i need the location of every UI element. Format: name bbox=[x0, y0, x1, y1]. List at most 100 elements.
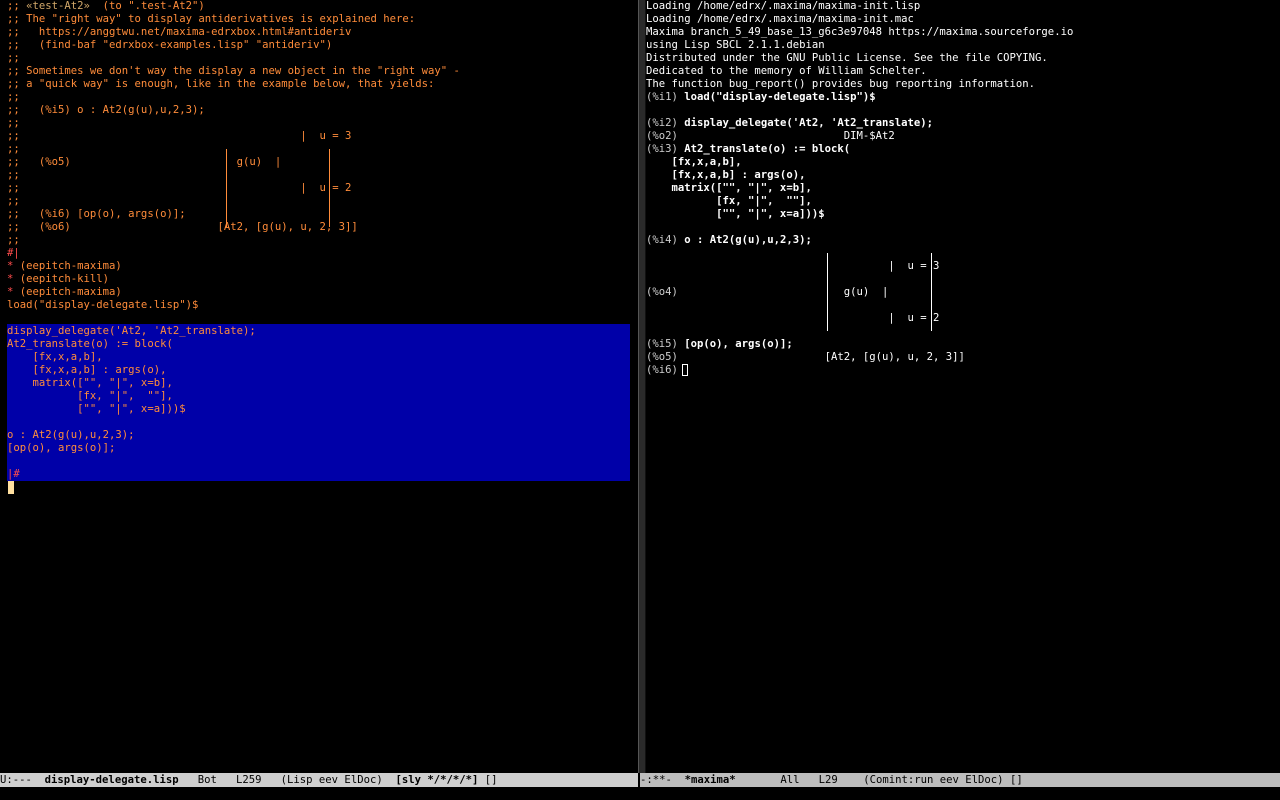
source-line: #| bbox=[7, 247, 20, 259]
repl-line: (%o5) [At2, [g(u), u, 2, 3]] bbox=[646, 351, 1073, 364]
region-code-line: matrix(["", "|", x=b], bbox=[7, 377, 173, 389]
repl-cursor bbox=[682, 364, 688, 376]
repl-prompt-label: (%i2) bbox=[646, 117, 685, 129]
modeline-status: U:--- bbox=[0, 774, 45, 786]
editor-pane-left[interactable]: ;; «test-At2» (to ".test-At2");; The "ri… bbox=[0, 0, 638, 773]
modeline-tail: [] bbox=[478, 774, 498, 786]
region-code-line: ["", "|", x=a]))$ bbox=[7, 403, 186, 415]
repl-input: display_delegate('At2, 'At2_translate); bbox=[684, 117, 934, 129]
repl-line: ["", "|", x=a]))$ bbox=[646, 208, 1073, 221]
source-token: «test-At2» bbox=[26, 0, 90, 12]
repl-line: [fx,x,a,b] : args(o), bbox=[646, 169, 1073, 182]
source-line: ;; bbox=[7, 91, 20, 103]
repl-prompt-label: (%o4) bbox=[646, 286, 844, 298]
source-line: ;; | u = 3 bbox=[7, 130, 352, 142]
modeline-modes[interactable]: (Lisp eev ElDoc) bbox=[281, 774, 396, 786]
repl-input: o : At2(g(u),u,2,3); bbox=[684, 234, 812, 246]
source-line: * (eepitch-maxima) bbox=[7, 286, 460, 299]
repl-line bbox=[646, 221, 1073, 234]
repl-line: (%i5) [op(o), args(o)]; bbox=[646, 338, 1073, 351]
repl-input: matrix(["", "|", x=b], bbox=[646, 182, 812, 194]
repl-prompt-label: (%i4) bbox=[646, 234, 685, 246]
repl-input: [fx,x,a,b], bbox=[646, 156, 742, 168]
minibuffer[interactable] bbox=[0, 787, 1280, 800]
source-line: ;; The "right way" to display antideriva… bbox=[7, 13, 416, 25]
source-line: * (eepitch-maxima) bbox=[7, 260, 460, 273]
repl-line: Distributed under the GNU Public License… bbox=[646, 52, 1048, 64]
repl-prompt-label: (%i1) bbox=[646, 91, 685, 103]
repl-prompt-label: (%i3) bbox=[646, 143, 685, 155]
repl-prompt-label: (%i6) bbox=[646, 364, 685, 376]
source-line: ;; «test-At2» (to ".test-At2") bbox=[7, 0, 460, 13]
modeline-modes[interactable]: (Comint:run eev ElDoc) [] bbox=[863, 774, 1022, 786]
repl-line: (%i1) load("display-delegate.lisp")$ bbox=[646, 91, 1073, 104]
modeline-position: Bot L259 bbox=[178, 774, 281, 786]
repl-input: At2_translate(o) := block( bbox=[684, 143, 851, 155]
repl-line: [fx,x,a,b], bbox=[646, 156, 1073, 169]
source-token: (to ".test-At2") bbox=[89, 0, 205, 12]
repl-input: [fx,x,a,b] : args(o), bbox=[646, 169, 806, 181]
region-code-line: load("display-delegate.lisp")$ bbox=[7, 299, 199, 311]
source-token: * bbox=[7, 260, 20, 272]
source-line: ;; bbox=[7, 117, 20, 129]
source-line: * (eepitch-kill) bbox=[7, 273, 460, 286]
repl-line: Dedicated to the memory of William Schel… bbox=[646, 65, 927, 77]
lisp-source-buffer[interactable]: ;; «test-At2» (to ".test-At2");; The "ri… bbox=[7, 0, 460, 481]
repl-input: [fx, "|", ""], bbox=[646, 195, 812, 207]
modeline-status: -:**- bbox=[640, 774, 685, 786]
region-code-line: [fx,x,a,b] : args(o), bbox=[7, 364, 167, 376]
repl-input: [op(o), args(o)]; bbox=[684, 338, 793, 350]
output-matrix-bracket bbox=[827, 253, 932, 331]
source-line: |# bbox=[7, 468, 20, 480]
repl-line: (%o2) DIM-$At2 bbox=[646, 130, 1073, 143]
region-code-line: [fx,x,a,b], bbox=[7, 351, 103, 363]
source-line: ;; (%i5) o : At2(g(u),u,2,3); bbox=[7, 104, 205, 116]
modeline-right[interactable]: -:**- *maxima* All L29 (Comint:run eev E… bbox=[640, 773, 1280, 787]
repl-line: Loading /home/edrx/.maxima/maxima-init.m… bbox=[646, 13, 914, 25]
modeline-position: All L29 bbox=[735, 774, 864, 786]
source-token: * bbox=[7, 273, 20, 285]
repl-line: matrix(["", "|", x=b], bbox=[646, 182, 1073, 195]
region-code-line: display_delegate('At2, 'At2_translate); bbox=[7, 325, 256, 337]
source-line: ;; https://anggtwu.net/maxima-edrxbox.ht… bbox=[7, 26, 352, 38]
region-code-line: [fx, "|", ""], bbox=[7, 390, 173, 402]
region-code-line: At2_translate(o) := block( bbox=[7, 338, 173, 350]
repl-input: ["", "|", x=a]))$ bbox=[646, 208, 825, 220]
repl-line: [fx, "|", ""], bbox=[646, 195, 1073, 208]
modeline-left[interactable]: U:--- display-delegate.lisp Bot L259 (Li… bbox=[0, 773, 638, 787]
repl-output: DIM-$At2 bbox=[843, 130, 895, 142]
text-cursor bbox=[8, 481, 14, 494]
repl-input: load("display-delegate.lisp")$ bbox=[684, 91, 876, 103]
window-divider[interactable] bbox=[638, 0, 646, 773]
region-code-line: o : At2(g(u),u,2,3); bbox=[7, 429, 135, 441]
region-code-line bbox=[7, 312, 460, 325]
repl-line: Maxima branch_5_49_base_13_g6c3e97048 ht… bbox=[646, 26, 1074, 38]
source-line: ;; Sometimes we don't way the display a … bbox=[7, 65, 460, 77]
modeline-buffer-name[interactable]: *maxima* bbox=[685, 774, 736, 786]
repl-prompt-label: (%o5) bbox=[646, 351, 825, 363]
repl-output: [At2, [g(u), u, 2, 3]] bbox=[824, 351, 965, 363]
modeline-sly-status[interactable]: [sly */*/*/*] bbox=[395, 774, 478, 786]
source-token: * bbox=[7, 286, 20, 298]
repl-prompt-label: (%i5) bbox=[646, 338, 685, 350]
source-line: ;; (find-baf "edrxbox-examples.lisp" "an… bbox=[7, 39, 333, 51]
region-code-line: [op(o), args(o)]; bbox=[7, 442, 116, 454]
source-line: ;; bbox=[7, 234, 20, 246]
repl-line: (%i4) o : At2(g(u),u,2,3); bbox=[646, 234, 1073, 247]
source-token: ;; bbox=[7, 0, 27, 12]
source-token: (eepitch-kill) bbox=[19, 273, 110, 285]
repl-line: (%i2) display_delegate('At2, 'At2_transl… bbox=[646, 117, 1073, 130]
comment-matrix-bracket bbox=[226, 149, 330, 227]
source-line: ;; a "quick way" is enough, like in the … bbox=[7, 78, 435, 90]
source-line bbox=[7, 455, 460, 468]
source-token: (eepitch-maxima) bbox=[19, 286, 122, 298]
repl-line: The function bug_report() provides bug r… bbox=[646, 78, 1036, 90]
repl-line: (%i6) bbox=[646, 364, 1073, 377]
source-line: ;; bbox=[7, 52, 20, 64]
modeline-buffer-name[interactable]: display-delegate.lisp bbox=[45, 774, 179, 786]
region-code-line bbox=[7, 416, 460, 429]
repl-line bbox=[646, 104, 1073, 117]
maxima-repl-pane[interactable]: Loading /home/edrx/.maxima/maxima-init.l… bbox=[646, 0, 1280, 773]
source-token: (eepitch-maxima) bbox=[19, 260, 122, 272]
repl-line: (%i3) At2_translate(o) := block( bbox=[646, 143, 1073, 156]
